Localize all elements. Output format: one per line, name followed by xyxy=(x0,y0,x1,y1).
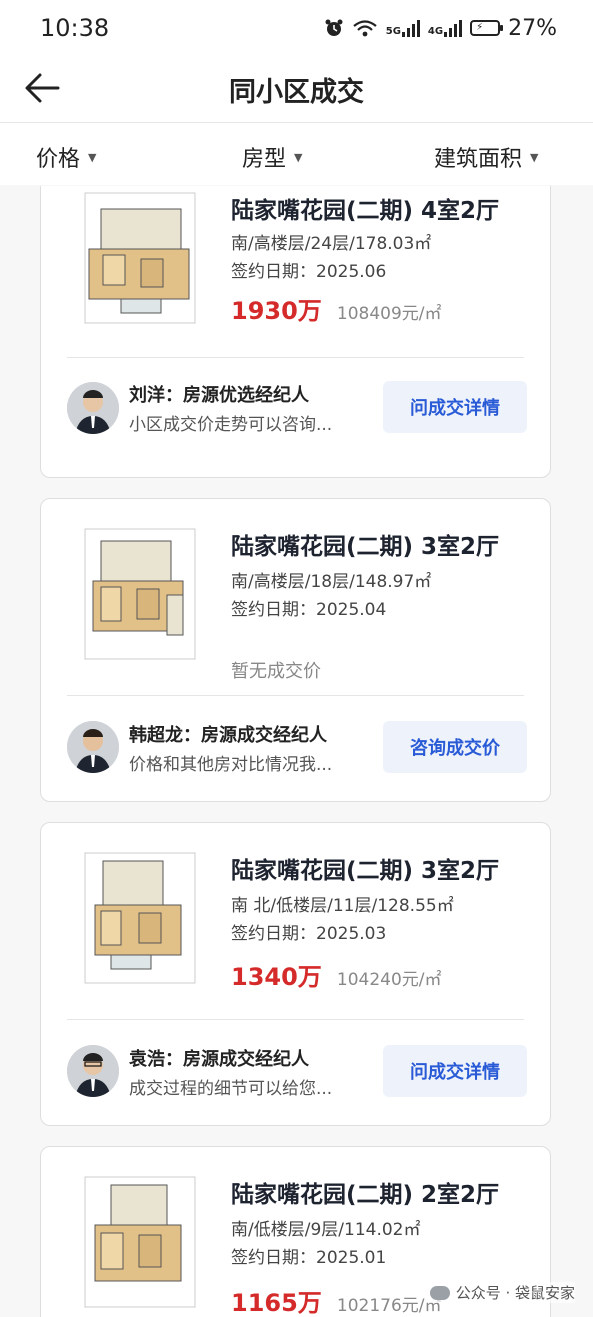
floor-plan-image xyxy=(81,189,199,327)
wechat-icon xyxy=(429,1285,450,1300)
signal-5g-icon: 5G xyxy=(386,19,420,37)
signal-4g-icon: 4G xyxy=(428,19,463,37)
unit-price: 104240元/㎡ xyxy=(336,970,442,990)
listing-card[interactable]: 陆家嘴花园(二期) 3室2厅 南 北/低楼层/11层/128.55㎡ 签约日期：… xyxy=(40,822,551,1126)
floor-plan-image xyxy=(81,849,199,987)
listing-info: 南/低楼层/9层/114.02㎡ xyxy=(231,1220,421,1240)
listing-card[interactable]: 陆家嘴花园(二期) 4室2厅 南/高楼层/24层/178.03㎡ 签约日期：20… xyxy=(40,186,551,478)
chevron-down-icon: ▼ xyxy=(294,150,303,164)
agent-name: 刘洋：房源优选经纪人 xyxy=(129,385,309,406)
listing-card[interactable]: 陆家嘴花园(二期) 3室2厅 南/高楼层/18层/148.97㎡ 签约日期：20… xyxy=(40,498,551,802)
no-price-text: 暂无成交价 xyxy=(231,661,321,682)
avatar xyxy=(67,382,119,434)
price-row: 1930万 108409元/㎡ xyxy=(231,291,442,326)
status-bar: 10:38 5G 4G ⚡ 27% xyxy=(0,0,593,56)
total-price: 1930万 xyxy=(231,297,322,325)
filter-label: 房型 xyxy=(242,147,287,172)
sign-date: 签约日期：2025.03 xyxy=(231,924,387,944)
listing-title: 陆家嘴花园(二期) 3室2厅 xyxy=(231,534,500,560)
listing-info: 南/高楼层/24层/178.03㎡ xyxy=(231,234,432,254)
watermark: 公众号 · 袋鼠安家 xyxy=(429,1282,575,1303)
battery-percent: 27% xyxy=(508,15,557,41)
listing-info: 南/高楼层/18层/148.97㎡ xyxy=(231,572,432,592)
filter-price[interactable]: 价格 ▼ xyxy=(36,141,96,173)
ask-deal-details-button[interactable]: 问成交详情 xyxy=(383,381,527,433)
nav-bar: 同小区成交 xyxy=(0,56,593,123)
status-time: 10:38 xyxy=(40,14,110,42)
avatar xyxy=(67,721,119,773)
wifi-icon xyxy=(352,18,378,38)
sign-date: 签约日期：2025.01 xyxy=(231,1248,387,1268)
ask-deal-price-button[interactable]: 咨询成交价 xyxy=(383,721,527,773)
agent-message: 小区成交价走势可以咨询... xyxy=(129,415,333,435)
chevron-down-icon: ▼ xyxy=(530,150,539,164)
filter-label: 价格 xyxy=(36,147,81,172)
divider xyxy=(67,357,524,358)
sign-date: 签约日期：2025.04 xyxy=(231,600,387,620)
filter-layout[interactable]: 房型 ▼ xyxy=(242,141,302,173)
listing-title: 陆家嘴花园(二期) 2室2厅 xyxy=(231,1182,500,1208)
listing-title: 陆家嘴花园(二期) 3室2厅 xyxy=(231,858,500,884)
transaction-list: 陆家嘴花园(二期) 4室2厅 南/高楼层/24层/178.03㎡ 签约日期：20… xyxy=(0,186,593,1317)
agent-name: 韩超龙：房源成交经纪人 xyxy=(129,725,327,746)
unit-price: 102176元/㎡ xyxy=(336,1296,442,1316)
alarm-icon xyxy=(324,18,344,38)
filter-bar: 价格 ▼ 房型 ▼ 建筑面积 ▼ xyxy=(0,123,593,185)
ask-deal-details-button[interactable]: 问成交详情 xyxy=(383,1045,527,1097)
floor-plan-image xyxy=(81,525,199,663)
filter-label: 建筑面积 xyxy=(434,147,523,172)
unit-price: 108409元/㎡ xyxy=(336,304,442,324)
status-icons: 5G 4G ⚡ 27% xyxy=(324,14,557,42)
listing-title: 陆家嘴花园(二期) 4室2厅 xyxy=(231,198,500,224)
chevron-down-icon: ▼ xyxy=(88,150,97,164)
total-price: 1340万 xyxy=(231,963,322,991)
floor-plan-image xyxy=(81,1173,199,1311)
listing-info: 南 北/低楼层/11层/128.55㎡ xyxy=(231,896,454,916)
price-row: 1165万 102176元/㎡ xyxy=(231,1283,442,1317)
total-price: 1165万 xyxy=(231,1289,322,1317)
agent-name: 袁浩：房源成交经纪人 xyxy=(129,1049,309,1070)
battery-icon: ⚡ xyxy=(470,20,504,36)
agent-message: 价格和其他房对比情况我... xyxy=(129,755,333,775)
filter-area[interactable]: 建筑面积 ▼ xyxy=(434,141,538,173)
price-row: 1340万 104240元/㎡ xyxy=(231,957,442,992)
watermark-text: 公众号 · 袋鼠安家 xyxy=(455,1284,575,1302)
avatar xyxy=(67,1045,119,1097)
page-title: 同小区成交 xyxy=(229,77,364,108)
divider xyxy=(67,695,524,696)
agent-message: 成交过程的细节可以给您... xyxy=(129,1079,333,1099)
sign-date: 签约日期：2025.06 xyxy=(231,262,387,282)
divider xyxy=(67,1019,524,1020)
